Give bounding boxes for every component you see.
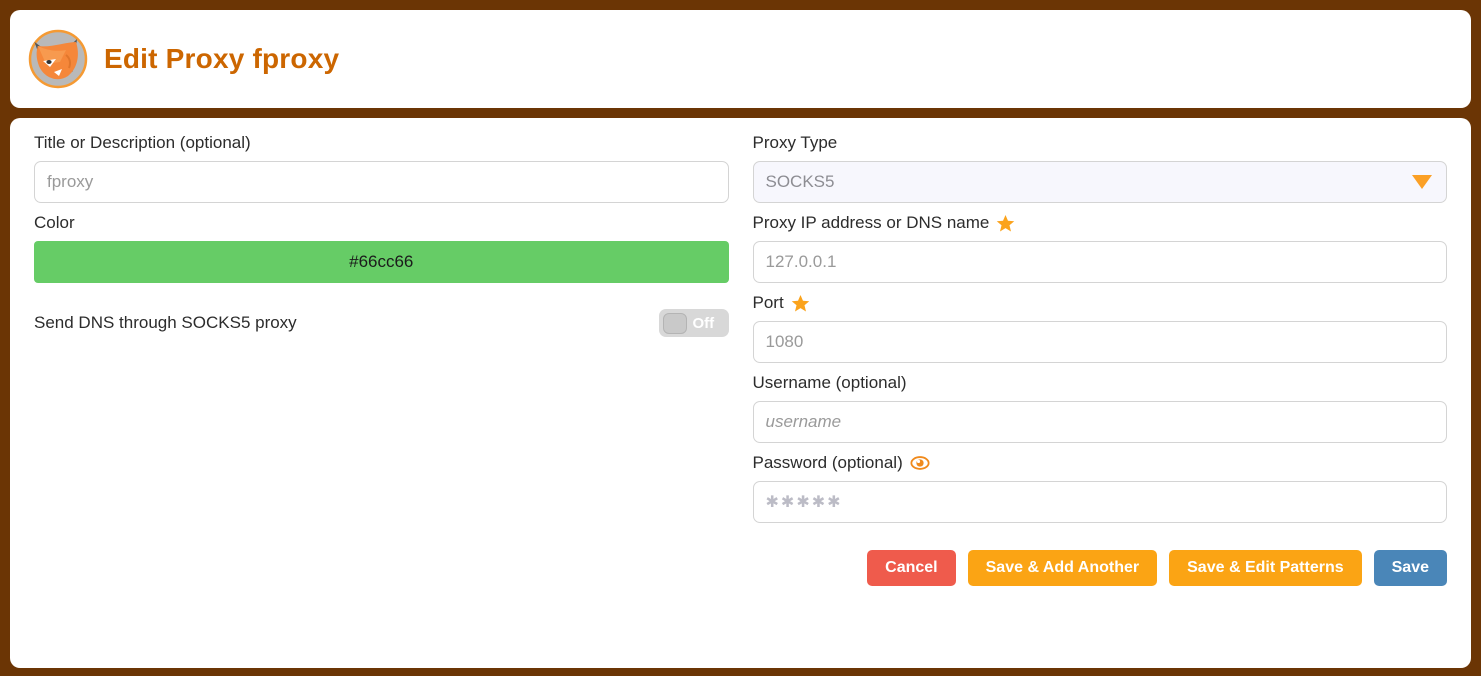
eye-icon[interactable] bbox=[910, 455, 930, 471]
star-icon bbox=[996, 214, 1015, 233]
color-swatch[interactable]: #66cc66 bbox=[34, 241, 729, 283]
dns-toggle-label: Send DNS through SOCKS5 proxy bbox=[34, 313, 297, 332]
save-add-another-button[interactable]: Save & Add Another bbox=[967, 550, 1158, 586]
title-field-group: Title or Description (optional) fproxy bbox=[34, 132, 729, 203]
host-field-group: Proxy IP address or DNS name 127.0.0.1 bbox=[752, 212, 1448, 283]
proxy-type-group: Proxy Type SOCKS5 bbox=[752, 132, 1447, 203]
password-field-group: Password (optional) ✱✱✱✱✱ bbox=[752, 452, 1448, 523]
username-field-group: Username (optional) username bbox=[752, 372, 1447, 443]
proxy-type-select[interactable]: SOCKS5 bbox=[752, 161, 1447, 203]
port-field-label: Port bbox=[753, 292, 1448, 314]
toggle-state-label: Off bbox=[692, 314, 715, 332]
host-field-label: Proxy IP address or DNS name bbox=[753, 212, 1448, 234]
port-label-text: Port bbox=[752, 293, 784, 312]
header-panel: Edit Proxy fproxy bbox=[10, 10, 1471, 108]
page-title: Edit Proxy fproxy bbox=[104, 43, 340, 74]
color-field-group: Color #66cc66 bbox=[34, 212, 729, 283]
form-actions: Cancel Save & Add Another Save & Edit Pa… bbox=[753, 550, 1447, 586]
save-edit-patterns-button[interactable]: Save & Edit Patterns bbox=[1169, 550, 1362, 586]
toggle-knob bbox=[662, 312, 687, 334]
form-panel: Title or Description (optional) fproxy C… bbox=[10, 118, 1471, 668]
form-right-column: Proxy Type SOCKS5 Proxy IP address or DN… bbox=[752, 132, 1448, 658]
port-field-group: Port 1080 bbox=[752, 292, 1448, 363]
proxy-type-selected-value: SOCKS5 bbox=[765, 172, 835, 191]
app-window: Edit Proxy fproxy Title or Description (… bbox=[0, 0, 1481, 676]
password-label-text: Password (optional) bbox=[752, 453, 903, 472]
username-input[interactable]: username bbox=[752, 401, 1447, 443]
password-input[interactable]: ✱✱✱✱✱ bbox=[752, 481, 1447, 523]
form-left-column: Title or Description (optional) fproxy C… bbox=[34, 132, 729, 658]
dns-toggle-row: Send DNS through SOCKS5 proxy Off bbox=[34, 309, 729, 337]
cancel-button[interactable]: Cancel bbox=[867, 550, 956, 586]
username-field-label: Username (optional) bbox=[752, 373, 907, 392]
host-input[interactable]: 127.0.0.1 bbox=[752, 241, 1447, 283]
star-icon bbox=[791, 294, 810, 313]
foxyproxy-fox-logo-icon bbox=[26, 28, 90, 90]
left-column-spacer bbox=[34, 337, 729, 658]
host-label-text: Proxy IP address or DNS name bbox=[752, 213, 990, 232]
title-field-label: Title or Description (optional) bbox=[34, 133, 251, 152]
proxy-type-label: Proxy Type bbox=[752, 133, 838, 152]
color-field-label: Color bbox=[34, 213, 75, 232]
title-input[interactable]: fproxy bbox=[34, 161, 729, 203]
port-input[interactable]: 1080 bbox=[752, 321, 1447, 363]
password-field-label: Password (optional) bbox=[753, 452, 1448, 474]
dns-toggle-switch[interactable]: Off bbox=[658, 309, 729, 337]
save-button[interactable]: Save bbox=[1373, 550, 1447, 586]
chevron-down-icon bbox=[1412, 175, 1432, 189]
